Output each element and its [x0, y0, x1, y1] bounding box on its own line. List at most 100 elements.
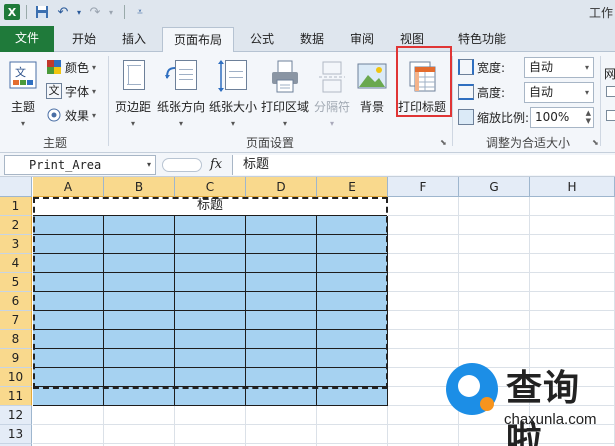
cell-e7[interactable] [317, 311, 388, 330]
cell-b12[interactable] [104, 406, 175, 425]
insert-function-icon[interactable]: fx [210, 157, 222, 172]
cell-a11[interactable] [33, 387, 104, 406]
cell-a10[interactable] [33, 368, 104, 387]
cell-b9[interactable] [104, 349, 175, 368]
cell-c13[interactable] [175, 425, 246, 444]
scale-stepper[interactable]: 100% ▲ ▼ [530, 107, 594, 128]
column-header-f[interactable]: F [388, 177, 459, 197]
theme-colors-button[interactable]: 颜色 ▾ [46, 56, 96, 78]
cell-d10[interactable] [246, 368, 317, 387]
name-box[interactable]: Print_Area ▾ [4, 155, 156, 175]
title-cell-a1[interactable]: 标题 [33, 197, 387, 216]
cell-g8[interactable] [459, 330, 530, 349]
cell-a7[interactable] [33, 311, 104, 330]
tab-insert[interactable]: 插入 [112, 27, 156, 52]
cell-g3[interactable] [459, 235, 530, 254]
tab-data[interactable]: 数据 [290, 27, 334, 52]
cell-d13[interactable] [246, 425, 317, 444]
cell-c7[interactable] [175, 311, 246, 330]
tab-review[interactable]: 审阅 [340, 27, 384, 52]
cell-h8[interactable] [530, 330, 615, 349]
cell-e8[interactable] [317, 330, 388, 349]
height-select[interactable]: 自动 ▾ [524, 82, 594, 103]
column-header-g[interactable]: G [459, 177, 530, 197]
select-all-corner[interactable] [0, 177, 32, 197]
undo-icon[interactable]: ↶ [54, 3, 72, 21]
cell-g4[interactable] [459, 254, 530, 273]
column-header-d[interactable]: D [246, 177, 317, 197]
cell-b7[interactable] [104, 311, 175, 330]
width-select[interactable]: 自动 ▾ [524, 57, 594, 78]
column-header-e[interactable]: E [317, 177, 388, 197]
cell-d8[interactable] [246, 330, 317, 349]
tab-features[interactable]: 特色功能 [444, 27, 520, 52]
row-header-9[interactable]: 9 [0, 349, 32, 368]
row-header-5[interactable]: 5 [0, 273, 32, 292]
cell-h7[interactable] [530, 311, 615, 330]
cell-e5[interactable] [317, 273, 388, 292]
cell-e11[interactable] [317, 387, 388, 406]
cell-e12[interactable] [317, 406, 388, 425]
cell-b13[interactable] [104, 425, 175, 444]
cell-f5[interactable] [388, 273, 459, 292]
cell-c12[interactable] [175, 406, 246, 425]
cell-d6[interactable] [246, 292, 317, 311]
cell-b6[interactable] [104, 292, 175, 311]
cell-e3[interactable] [317, 235, 388, 254]
cell-d9[interactable] [246, 349, 317, 368]
cell-e6[interactable] [317, 292, 388, 311]
cell-h3[interactable] [530, 235, 615, 254]
row-header-8[interactable]: 8 [0, 330, 32, 349]
cell-c9[interactable] [175, 349, 246, 368]
print-area-button[interactable]: 打印区域 ▾ [260, 56, 310, 128]
cell-c10[interactable] [175, 368, 246, 387]
theme-fonts-button[interactable]: 文 字体 ▾ [46, 80, 96, 102]
row-header-11[interactable]: 11 [0, 387, 32, 406]
redo-dropdown-icon[interactable]: ▾ [107, 3, 115, 21]
cell-g6[interactable] [459, 292, 530, 311]
cell-c4[interactable] [175, 254, 246, 273]
cell-b8[interactable] [104, 330, 175, 349]
cell-e2[interactable] [317, 216, 388, 235]
cell-f4[interactable] [388, 254, 459, 273]
customize-toolbar-icon[interactable]: ⩡ [131, 3, 149, 21]
theme-effects-button[interactable]: 效果 ▾ [46, 104, 96, 126]
gridlines-print-checkbox[interactable] [606, 110, 615, 121]
cell-b3[interactable] [104, 235, 175, 254]
cell-b10[interactable] [104, 368, 175, 387]
cell-a3[interactable] [33, 235, 104, 254]
cell-d7[interactable] [246, 311, 317, 330]
formula-input[interactable]: 标题 [232, 155, 615, 175]
cell-g5[interactable] [459, 273, 530, 292]
cell-a5[interactable] [33, 273, 104, 292]
cell-f3[interactable] [388, 235, 459, 254]
tab-page-layout[interactable]: 页面布局 [162, 27, 234, 53]
cell-a6[interactable] [33, 292, 104, 311]
cell-c3[interactable] [175, 235, 246, 254]
cell-g7[interactable] [459, 311, 530, 330]
cell-f6[interactable] [388, 292, 459, 311]
column-header-a[interactable]: A [33, 177, 104, 197]
row-header-6[interactable]: 6 [0, 292, 32, 311]
cell-d2[interactable] [246, 216, 317, 235]
cell-a4[interactable] [33, 254, 104, 273]
cell-c8[interactable] [175, 330, 246, 349]
cell-d12[interactable] [246, 406, 317, 425]
spin-arrows-icon[interactable]: ▲ ▼ [586, 109, 591, 125]
row-header-1[interactable]: 1 [0, 197, 32, 216]
cell-h4[interactable] [530, 254, 615, 273]
row-header-2[interactable]: 2 [0, 216, 32, 235]
cell-d5[interactable] [246, 273, 317, 292]
cell-e4[interactable] [317, 254, 388, 273]
row-header-10[interactable]: 10 [0, 368, 32, 387]
cell-b2[interactable] [104, 216, 175, 235]
cell-g2[interactable] [459, 216, 530, 235]
themes-button[interactable]: 文 主题 ▾ [6, 56, 40, 128]
tab-home[interactable]: 开始 [62, 27, 106, 52]
cell-c5[interactable] [175, 273, 246, 292]
undo-dropdown-icon[interactable]: ▾ [75, 3, 83, 21]
cell-d3[interactable] [246, 235, 317, 254]
margins-button[interactable]: 页边距 ▾ [112, 56, 154, 128]
cell-c11[interactable] [175, 387, 246, 406]
cell-a2[interactable] [33, 216, 104, 235]
